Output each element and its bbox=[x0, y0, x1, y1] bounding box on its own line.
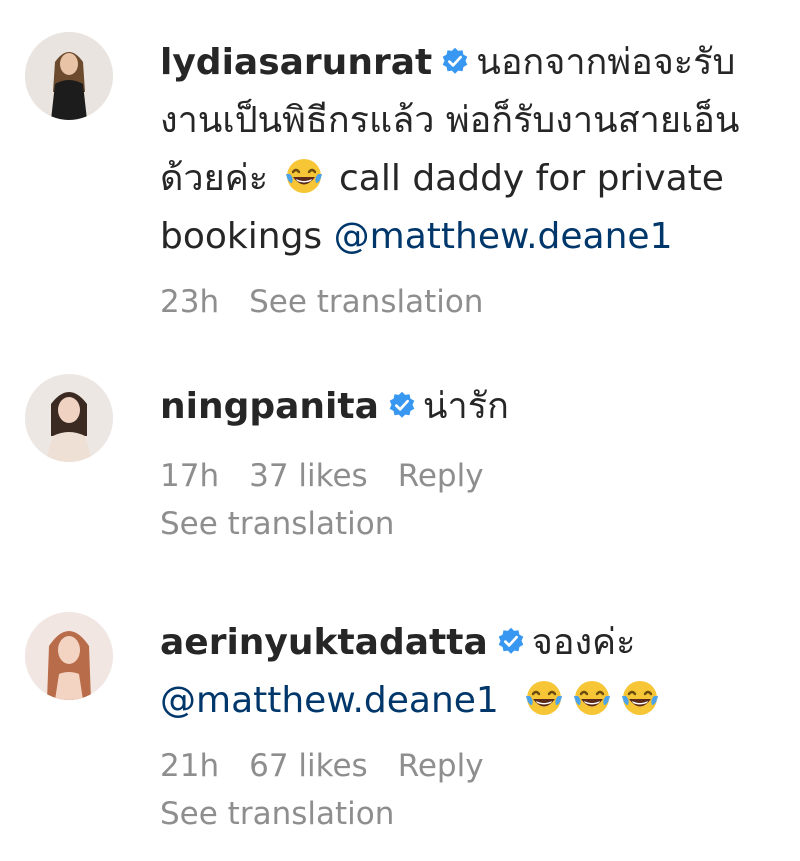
comment-thai-text: จองค่ะ bbox=[531, 622, 636, 663]
comment-meta: 23h See translation bbox=[160, 280, 770, 324]
likes-count[interactable]: 37 likes bbox=[249, 458, 368, 494]
avatar[interactable] bbox=[25, 612, 113, 700]
reply-button[interactable]: Reply bbox=[398, 458, 484, 494]
face-with-tears-of-joy-icon bbox=[620, 678, 660, 718]
see-translation-button[interactable]: See translation bbox=[249, 284, 483, 320]
comment-meta: 21h 67 likes Reply bbox=[160, 744, 770, 788]
comment-meta: 17h 37 likes Reply bbox=[160, 454, 770, 498]
face-with-tears-of-joy-icon bbox=[572, 678, 612, 718]
avatar-image bbox=[25, 612, 113, 700]
verified-badge-icon bbox=[387, 391, 417, 421]
verified-badge-icon bbox=[440, 47, 470, 77]
likes-count[interactable]: 67 likes bbox=[249, 748, 368, 784]
face-with-tears-of-joy-icon bbox=[284, 156, 324, 196]
mention-link[interactable]: @matthew.deane1 bbox=[334, 216, 673, 257]
comment-text: aerinyuktadatta จองค่ะ @matthew.deane1 bbox=[160, 614, 770, 730]
mention-link[interactable]: @matthew.deane1 bbox=[160, 680, 499, 721]
username[interactable]: ningpanita bbox=[160, 386, 379, 427]
comment-time: 21h bbox=[160, 748, 220, 784]
see-translation-button[interactable]: See translation bbox=[160, 502, 770, 546]
username[interactable]: aerinyuktadatta bbox=[160, 622, 488, 663]
avatar[interactable] bbox=[25, 374, 113, 462]
username[interactable]: lydiasarunrat bbox=[160, 42, 432, 83]
avatar[interactable] bbox=[25, 32, 113, 120]
comment-time: 17h bbox=[160, 458, 220, 494]
comment-text: lydiasarunrat นอกจากพ่อจะรับงานเป็นพิธีกร… bbox=[160, 34, 770, 266]
see-translation-button[interactable]: See translation bbox=[160, 792, 770, 836]
verified-badge-icon bbox=[496, 627, 526, 657]
comment-thai-text: น่ารัก bbox=[422, 386, 509, 427]
reply-button[interactable]: Reply bbox=[398, 748, 484, 784]
avatar-image bbox=[25, 374, 113, 462]
comment-text: ningpanita น่ารัก bbox=[160, 378, 770, 436]
comment-time: 23h bbox=[160, 284, 220, 320]
comments-list: lydiasarunrat นอกจากพ่อจะรับงานเป็นพิธีกร… bbox=[0, 0, 800, 861]
face-with-tears-of-joy-icon bbox=[524, 678, 564, 718]
avatar-image bbox=[25, 32, 113, 120]
